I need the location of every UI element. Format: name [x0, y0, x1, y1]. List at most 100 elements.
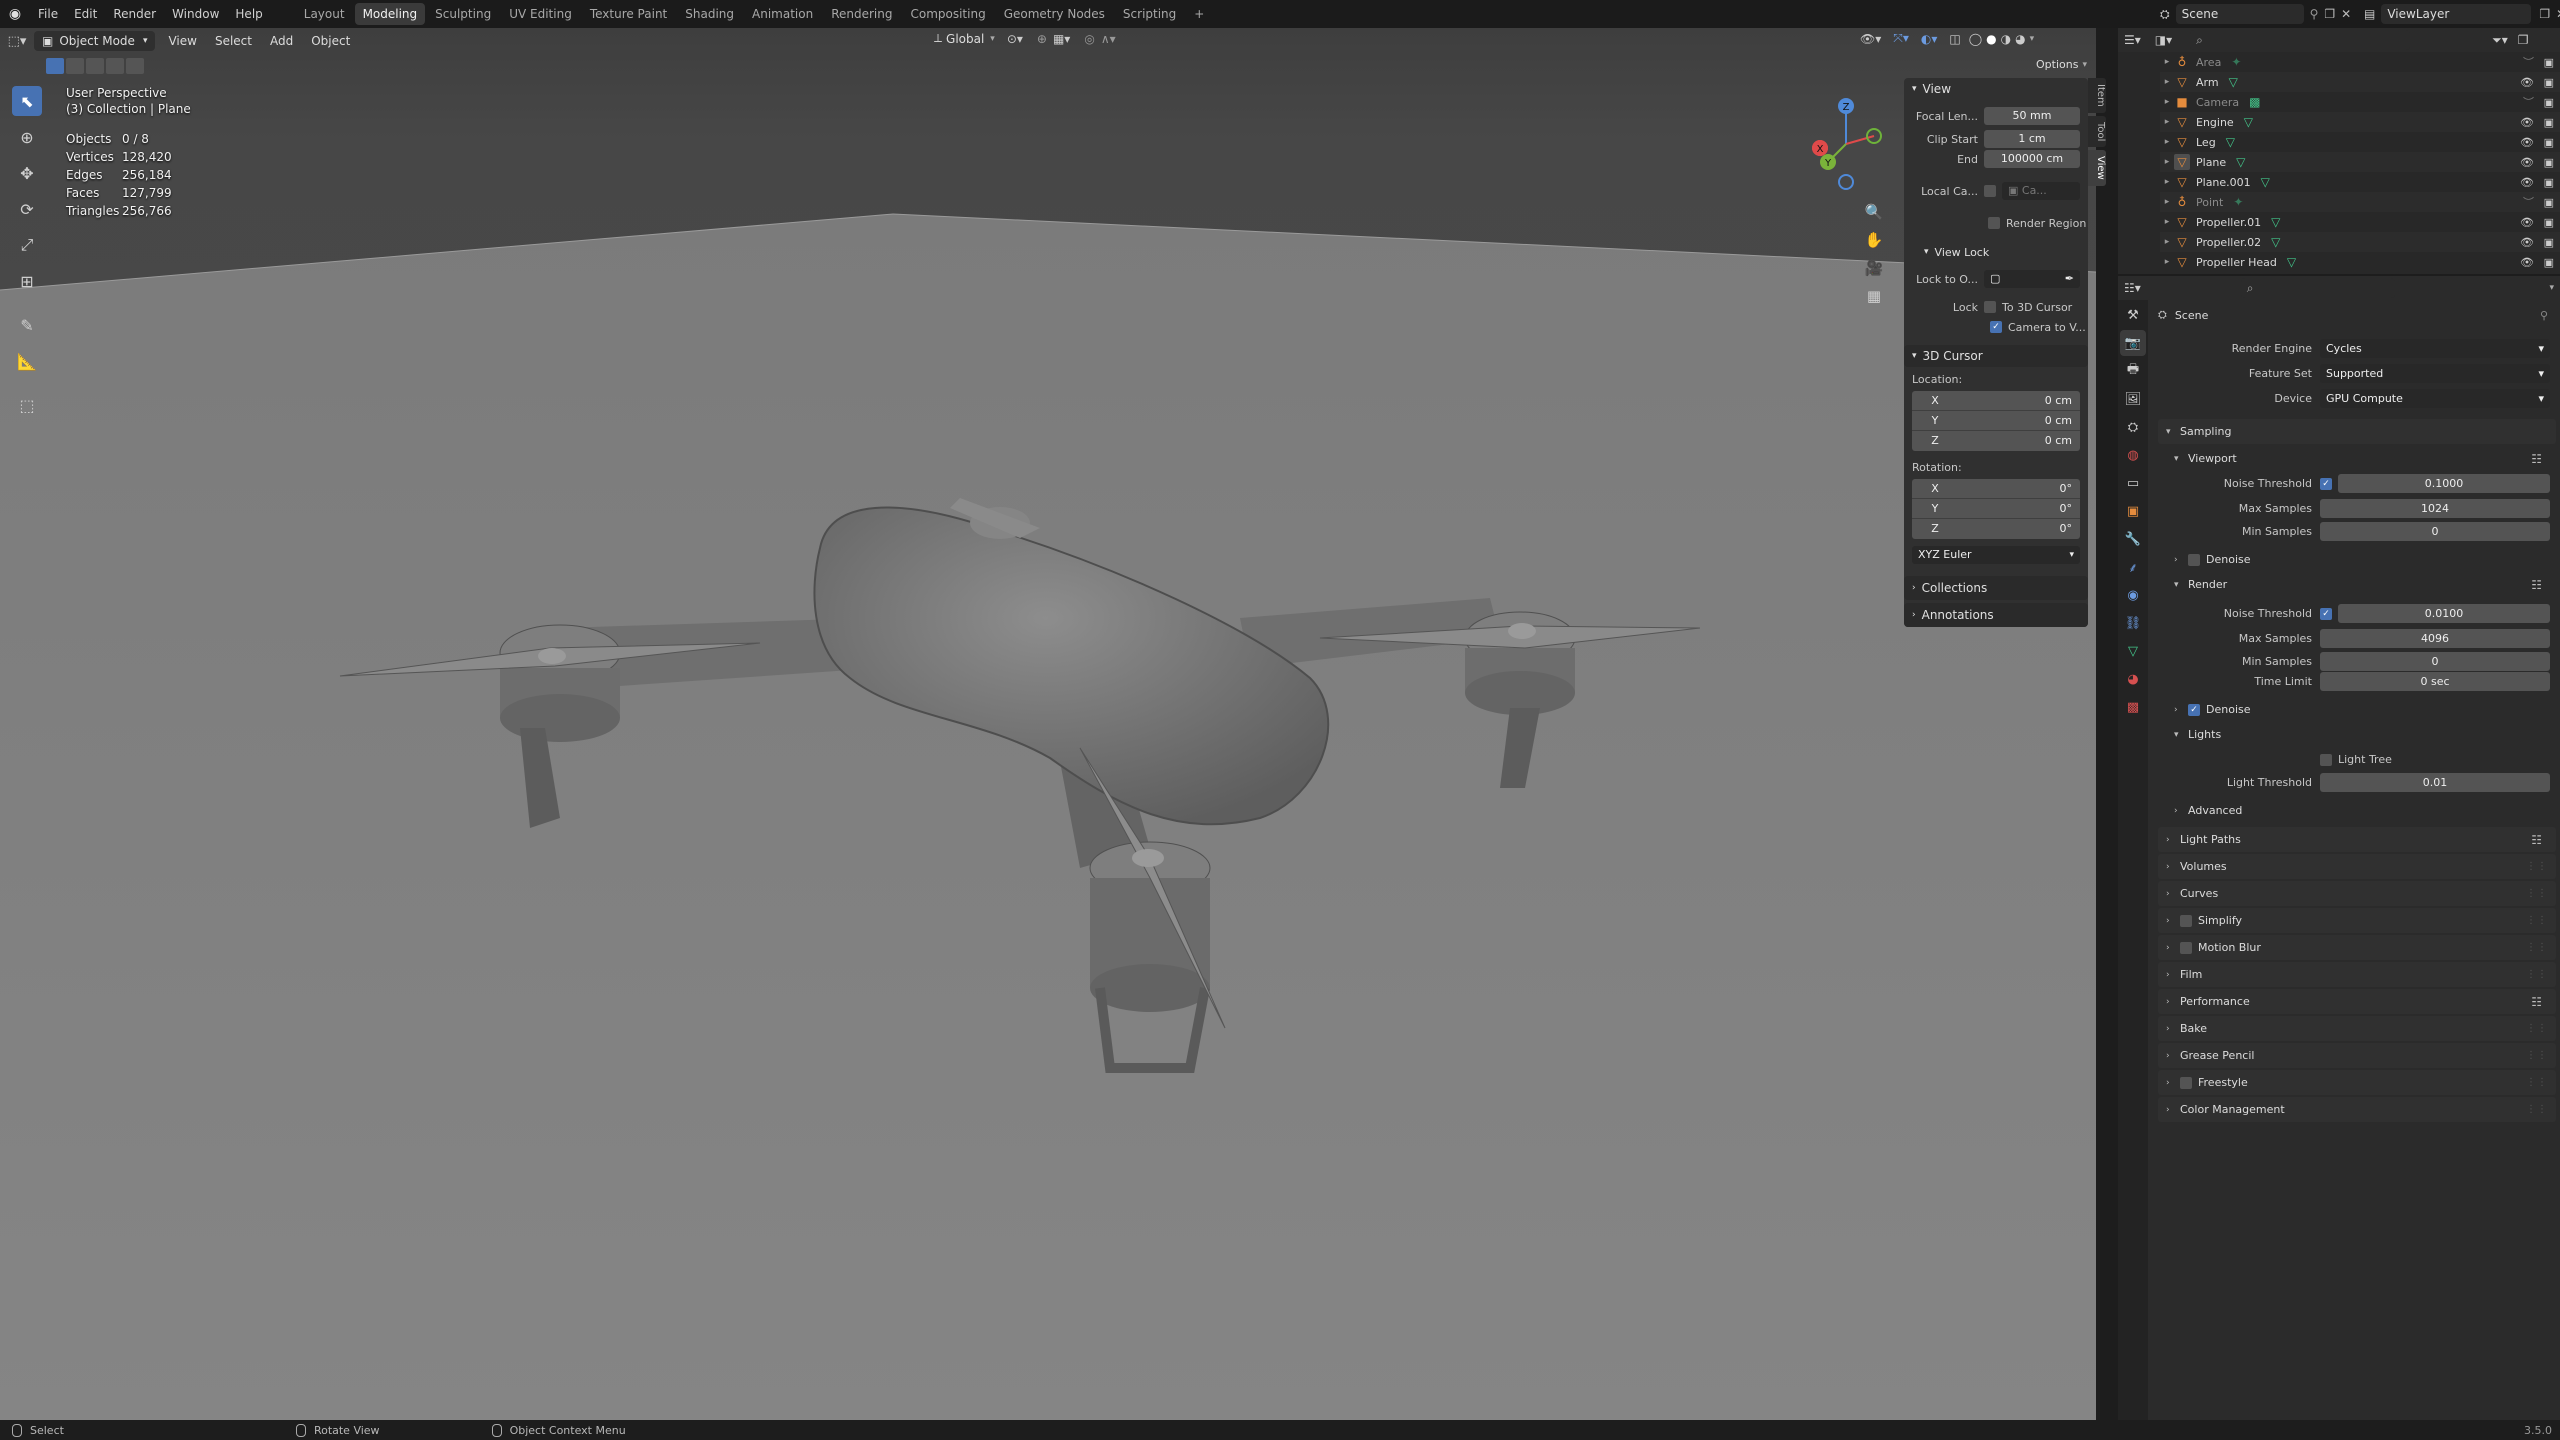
chevron-down-icon[interactable]: ▾: [2030, 34, 2035, 44]
snap-grid-icon[interactable]: ▦▾: [1053, 32, 1070, 46]
film-panel-header[interactable]: › Film ⋮⋮: [2158, 962, 2556, 987]
expand-arrow-icon[interactable]: ▸: [2160, 77, 2174, 87]
outliner-item-arm[interactable]: ▸ ▽ Arm ▽ 👁 ▣: [2160, 72, 2560, 92]
tool-properties-icon[interactable]: ⚒: [2120, 302, 2146, 328]
expand-arrow-icon[interactable]: ▸: [2160, 237, 2174, 247]
annotate-tool-icon[interactable]: ✎: [12, 310, 42, 340]
constraints-properties-icon[interactable]: ⛓: [2120, 610, 2146, 636]
vp-max-samples-field[interactable]: 1024: [2320, 499, 2550, 518]
drag-handle-icon[interactable]: ⋮⋮: [2526, 915, 2548, 926]
expand-arrow-icon[interactable]: ▸: [2160, 117, 2174, 127]
view-layer-field[interactable]: ViewLayer: [2381, 4, 2532, 24]
vp-denoise-subpanel-header[interactable]: › Denoise: [2152, 547, 2556, 572]
scene-name-field[interactable]: Scene: [2175, 4, 2304, 24]
pin-icon[interactable]: ⚲: [2310, 7, 2319, 21]
drag-handle-icon[interactable]: ⋮⋮: [2526, 888, 2548, 899]
outliner-item-engine[interactable]: ▸ ▽ Engine ▽ 👁 ▣: [2160, 112, 2560, 132]
drag-handle-icon[interactable]: ⋮⋮: [2526, 1077, 2548, 1088]
shading-rendered-icon[interactable]: ◕: [2015, 32, 2025, 46]
outliner-item-point[interactable]: ▸ ♁ Point ✦ ︶ ▣: [2160, 192, 2560, 212]
output-properties-icon[interactable]: 🖶: [2120, 358, 2146, 384]
tab-scripting[interactable]: Scripting: [1115, 3, 1184, 25]
scene-properties-icon[interactable]: ⛭: [2120, 414, 2146, 440]
eye-icon[interactable]: 👁: [2520, 156, 2534, 169]
render-camera-icon[interactable]: ▣: [2544, 136, 2554, 149]
new-view-layer-icon[interactable]: ❐: [2539, 7, 2550, 21]
physics-properties-icon[interactable]: ◉: [2120, 582, 2146, 608]
outliner-item-propeller-01[interactable]: ▸ ▽ Propeller.01 ▽ 👁 ▣: [2160, 212, 2560, 232]
render-region-checkbox[interactable]: [1988, 217, 2000, 229]
motion-blur-panel-header[interactable]: › Motion Blur ⋮⋮: [2158, 935, 2556, 960]
tab-sculpting[interactable]: Sculpting: [427, 3, 499, 25]
vp-min-samples-field[interactable]: 0: [2320, 521, 2550, 541]
cursor-rotation-y[interactable]: Y 0°: [1912, 499, 2080, 519]
clip-end-field[interactable]: 100000 cm: [1984, 150, 2080, 168]
tab-geometry-nodes[interactable]: Geometry Nodes: [996, 3, 1113, 25]
menu-view[interactable]: View: [159, 30, 205, 52]
add-workspace-button[interactable]: +: [1186, 3, 1212, 25]
menu-object[interactable]: Object: [302, 30, 359, 52]
cursor-location-y[interactable]: Y 0 cm: [1912, 411, 2080, 431]
presets-list-icon[interactable]: ☷: [2531, 995, 2542, 1009]
overlay-toggle-icon[interactable]: ◐▾: [1921, 32, 1938, 46]
r-time-limit-field[interactable]: 0 sec: [2320, 671, 2550, 691]
expand-arrow-icon[interactable]: ▸: [2160, 217, 2174, 227]
eye-icon[interactable]: 👁: [2520, 176, 2534, 189]
new-collection-icon[interactable]: ❐: [2518, 33, 2529, 47]
render-engine-dropdown[interactable]: Cycles ▾: [2320, 339, 2550, 358]
delete-scene-icon[interactable]: ✕: [2341, 7, 2351, 21]
vp-noise-threshold-checkbox[interactable]: ✓: [2320, 477, 2332, 490]
expand-arrow-icon[interactable]: ▸: [2160, 177, 2174, 187]
eye-icon[interactable]: 👁: [2520, 116, 2534, 129]
cursor-tool-icon[interactable]: ⊕: [12, 122, 42, 152]
curves-panel-header[interactable]: › Curves ⋮⋮: [2158, 881, 2556, 906]
light-threshold-field[interactable]: 0.01: [2320, 772, 2550, 792]
hidden-icon[interactable]: ︶: [2523, 194, 2534, 210]
tab-rendering[interactable]: Rendering: [823, 3, 900, 25]
outliner-item-propeller-02[interactable]: ▸ ▽ Propeller.02 ▽ 👁 ▣: [2160, 232, 2560, 252]
eye-icon[interactable]: 👁: [2520, 216, 2534, 229]
blender-logo-icon[interactable]: ◉: [0, 6, 30, 22]
motion-blur-checkbox[interactable]: [2180, 941, 2192, 954]
r-noise-threshold-field[interactable]: 0.0100: [2338, 604, 2550, 623]
freestyle-checkbox[interactable]: [2180, 1076, 2192, 1089]
tab-tool[interactable]: Tool: [2088, 115, 2106, 148]
feature-set-dropdown[interactable]: Supported ▾: [2320, 364, 2550, 383]
r-noise-threshold-checkbox[interactable]: ✓: [2320, 607, 2332, 620]
drag-handle-icon[interactable]: ⋮⋮: [2526, 942, 2548, 953]
gizmo-toggle-icon[interactable]: ⤧▾: [1893, 31, 1909, 46]
zoom-icon[interactable]: 🔍: [1860, 198, 1888, 226]
data-properties-icon[interactable]: ▽: [2120, 638, 2146, 664]
3d-viewport[interactable]: ⬚▾ ▣ Object Mode ▾ View Select Add Objec…: [0, 28, 2096, 1420]
r-min-samples-field[interactable]: 0: [2320, 651, 2550, 671]
properties-search-input[interactable]: ⌕: [2240, 278, 2395, 298]
local-camera-checkbox[interactable]: [1984, 185, 1996, 197]
select-new-icon[interactable]: [46, 58, 64, 74]
outliner-editor-icon[interactable]: ☰▾: [2124, 33, 2141, 47]
volumes-panel-header[interactable]: › Volumes ⋮⋮: [2158, 854, 2556, 879]
world-properties-icon[interactable]: ◍: [2120, 442, 2146, 468]
simplify-panel-header[interactable]: › Simplify ⋮⋮: [2158, 908, 2556, 933]
new-scene-icon[interactable]: ❐: [2324, 7, 2335, 21]
presets-list-icon[interactable]: ☷: [2531, 833, 2542, 847]
lock-to-cursor-checkbox[interactable]: [1984, 301, 1996, 313]
local-camera-field[interactable]: ▣ Ca...: [2002, 182, 2080, 200]
tab-view[interactable]: View: [2088, 150, 2106, 186]
menu-window[interactable]: Window: [164, 0, 227, 28]
light-tree-checkbox[interactable]: [2320, 753, 2332, 766]
chevron-down-icon[interactable]: ▾: [2549, 283, 2554, 293]
camera-view-icon[interactable]: 🎥: [1860, 254, 1888, 282]
view-panel-header[interactable]: ▾ View: [1904, 78, 2088, 100]
xray-icon[interactable]: ◫: [1949, 32, 1960, 46]
menu-edit[interactable]: Edit: [66, 0, 105, 28]
outliner-item-camera[interactable]: ▸ ■ Camera ▩ ︶ ▣: [2160, 92, 2560, 112]
eye-icon[interactable]: 👁: [2520, 76, 2534, 89]
render-camera-icon[interactable]: ▣: [2544, 56, 2554, 69]
render-camera-icon[interactable]: ▣: [2544, 256, 2554, 269]
render-camera-icon[interactable]: ▣: [2544, 196, 2554, 209]
modifier-properties-icon[interactable]: 🔧: [2120, 526, 2146, 552]
rotate-tool-icon[interactable]: ⟳: [12, 194, 42, 224]
menu-select[interactable]: Select: [206, 30, 261, 52]
drag-handle-icon[interactable]: ⋮⋮: [2526, 1023, 2548, 1034]
collection-properties-icon[interactable]: ▭: [2120, 470, 2146, 496]
